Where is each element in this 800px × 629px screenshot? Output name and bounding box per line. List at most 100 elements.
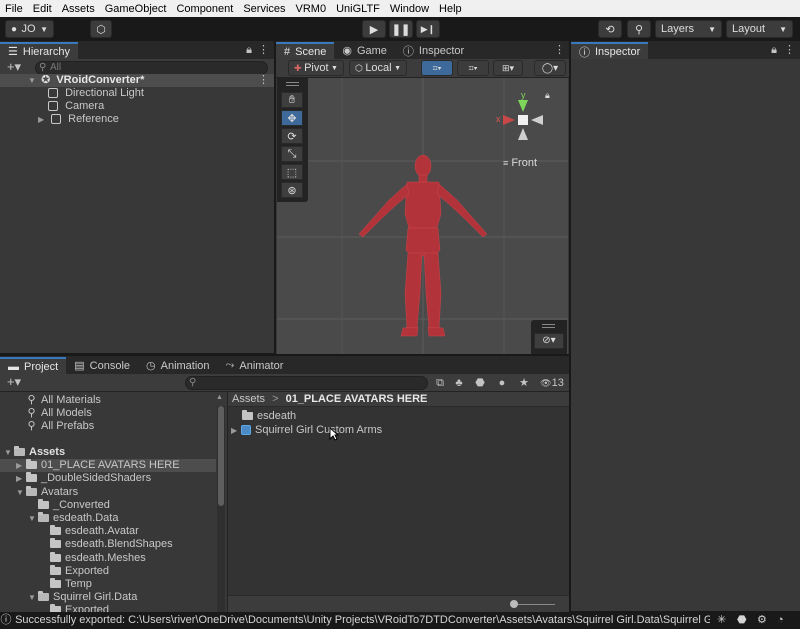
expand-arrow-icon[interactable]: ▶ (16, 472, 26, 485)
status-message[interactable]: Successfully exported: C:\Users\river\On… (15, 614, 732, 626)
hierarchy-scene-row[interactable]: ▼ ✪ VRoidConverter* ⋮ (0, 74, 274, 87)
orientation-gizmo[interactable]: 🔒︎ y x ≡ Front (493, 88, 553, 169)
filter-by-type-icon[interactable]: ♣ (452, 376, 466, 390)
project-search-input[interactable]: ⚲ (185, 376, 428, 390)
create-button[interactable]: +▾ (4, 375, 24, 389)
icon-size-slider-handle[interactable] (510, 600, 518, 608)
move-tool-button[interactable]: ✥ (281, 110, 303, 126)
bug-icon[interactable]: ✳ (717, 612, 726, 629)
neg-x-axis-cone[interactable] (531, 115, 543, 125)
hierarchy-item-reference[interactable]: ▶ Reference (0, 113, 274, 126)
neg-y-axis-cone[interactable] (518, 128, 528, 140)
gear-icon[interactable]: ⚙ (757, 612, 767, 629)
scene-view[interactable]: ✋︎ ✥ ⟳ ⤡ ⬚ ⊛ 🔒︎ y x ≡ Front ⊘▾ (277, 78, 568, 354)
more-options-icon[interactable]: ⋮ (784, 43, 795, 57)
more-options-icon[interactable]: ⋮ (258, 43, 269, 57)
rect-tool-button[interactable]: ⬚ (281, 164, 303, 180)
menu-component[interactable]: Component (171, 3, 238, 15)
y-axis-cone[interactable] (518, 100, 528, 112)
pivot-dropdown[interactable]: ✚ Pivot ▼ (288, 60, 344, 76)
gizmo-center-cube[interactable] (518, 115, 528, 125)
scene-menu-icon[interactable]: ⋮ (258, 74, 269, 87)
more-options-icon[interactable]: ⋮ (554, 43, 565, 57)
tab-game[interactable]: ◉ Game (334, 42, 395, 59)
tree-item-01-place-avatars-here[interactable]: ▶ 01_PLACE AVATARS HERE (0, 459, 216, 473)
menu-gameobject[interactable]: GameObject (100, 3, 172, 15)
tab-hierarchy[interactable]: ☰ Hierarchy (0, 42, 78, 59)
drag-handle-icon[interactable] (286, 82, 299, 86)
progress-icon[interactable]: ◔ (777, 612, 784, 629)
menu-vrm0[interactable]: VRM0 (291, 3, 332, 15)
tree-item-assets[interactable]: ▼ Assets (0, 446, 216, 459)
expand-arrow-icon[interactable]: ▶ (16, 459, 26, 472)
tree-scrollbar-thumb[interactable] (218, 406, 224, 506)
tree-item-avatars[interactable]: ▼ Avatars (0, 485, 216, 499)
menu-window[interactable]: Window (385, 3, 434, 15)
rotate-tool-button[interactable]: ⟳ (281, 128, 303, 144)
lock-icon[interactable]: 🔒︎ (244, 43, 254, 57)
layers-dropdown[interactable]: Layers ▼ (655, 20, 722, 38)
network-icon[interactable]: ⬣ (737, 612, 747, 629)
grid-visibility-toggle[interactable]: ⌗▾ (457, 60, 489, 76)
breadcrumb-root[interactable]: Assets (232, 393, 265, 405)
favorite-all-materials[interactable]: ⚲ All Materials (0, 394, 210, 407)
hierarchy-item-directional-light[interactable]: Directional Light (0, 87, 274, 100)
local-dropdown[interactable]: ⬡ Local ▼ (349, 60, 407, 76)
search-button[interactable]: ⚲ (627, 20, 651, 38)
menu-unigltf[interactable]: UniGLTF (331, 3, 385, 15)
tree-item-esdeath-avatar[interactable]: esdeath.Avatar (0, 525, 216, 538)
scroll-up-icon[interactable]: ▲ (216, 394, 223, 401)
tree-item-esdeath-data[interactable]: ▼ esdeath.Data (0, 512, 216, 525)
tab-animation[interactable]: ◷ Animation (138, 357, 218, 374)
menu-edit[interactable]: Edit (28, 3, 57, 15)
expand-arrow-icon[interactable]: ▼ (28, 591, 38, 604)
cloud-button[interactable]: ⬡ (90, 20, 112, 38)
add-button[interactable]: +▾ (4, 60, 24, 74)
tree-item-esdeath-meshes[interactable]: esdeath.Meshes (0, 551, 216, 565)
tree-item-esdeath-blendshapes[interactable]: esdeath.BlendShapes (0, 538, 216, 551)
lock-icon[interactable]: 🔒︎ (769, 43, 779, 57)
favorite-all-models[interactable]: ⚲ All Models (0, 407, 210, 420)
expand-arrow-icon[interactable]: ▼ (28, 512, 38, 525)
view-label[interactable]: ≡ Front (503, 157, 537, 169)
menu-services[interactable]: Services (238, 3, 290, 15)
history-button[interactable]: ⟲ (598, 20, 622, 38)
account-dropdown[interactable]: ● JO ▼ (5, 20, 54, 38)
tab-inspector-main[interactable]: ⓘ Inspector (571, 42, 649, 59)
tab-scene[interactable]: # Scene (276, 42, 335, 59)
expand-arrow-icon[interactable]: ▼ (16, 486, 26, 499)
visibility-dropdown[interactable]: ⊘▾ (534, 333, 564, 349)
tree-item-temp[interactable]: Temp (0, 578, 216, 591)
transform-tool-button[interactable]: ⊛ (281, 182, 303, 198)
tab-project[interactable]: ▬ Project (0, 357, 67, 374)
tree-item-squirrel-girl-data[interactable]: ▼ Squirrel Girl.Data (0, 591, 216, 604)
tab-animator[interactable]: ⤳ Animator (218, 357, 292, 374)
tree-item-exported[interactable]: Exported (0, 604, 216, 612)
expand-arrow-icon[interactable]: ▼ (4, 446, 14, 459)
hierarchy-item-camera[interactable]: Camera (0, 100, 274, 113)
scale-tool-button[interactable]: ⤡ (281, 146, 303, 162)
breadcrumb-current[interactable]: 01_PLACE AVATARS HERE (286, 393, 428, 405)
hidden-packages-icon[interactable]: ● (495, 376, 509, 390)
tab-console[interactable]: ▤ Console (66, 357, 138, 374)
hierarchy-search-input[interactable]: ⚲ All (35, 61, 268, 75)
drag-handle-icon[interactable] (542, 324, 555, 328)
expand-arrow-icon[interactable]: ▶ (231, 424, 241, 437)
pause-button[interactable]: ❚❚ (389, 20, 413, 38)
draw-mode-dropdown[interactable]: ◯▾ (534, 60, 566, 76)
menu-help[interactable]: Help (434, 3, 467, 15)
tree-item-converted[interactable]: _Converted (0, 498, 216, 512)
lock-icon[interactable]: 🔒︎ (545, 90, 550, 101)
search-by-type-icon[interactable]: ⧉ (433, 376, 447, 390)
expand-arrow-icon[interactable]: ▶ (38, 113, 48, 126)
increment-snap-toggle[interactable]: ⊞▾ (493, 60, 523, 76)
x-axis-cone[interactable] (503, 115, 515, 125)
content-item-squirrel-girl-prefab[interactable]: ▶ Squirrel Girl Custom Arms (228, 424, 569, 437)
tree-item-doublesidedshaders[interactable]: ▶ _DoubleSidedShaders (0, 472, 216, 485)
favorite-all-prefabs[interactable]: ⚲ All Prefabs (0, 420, 210, 433)
step-button[interactable]: ▶❙ (416, 20, 440, 38)
menu-assets[interactable]: Assets (57, 3, 100, 15)
play-button[interactable]: ▶ (362, 20, 386, 38)
tree-scrollbar[interactable] (217, 406, 225, 612)
tab-inspector[interactable]: ⓘ Inspector (395, 42, 472, 59)
